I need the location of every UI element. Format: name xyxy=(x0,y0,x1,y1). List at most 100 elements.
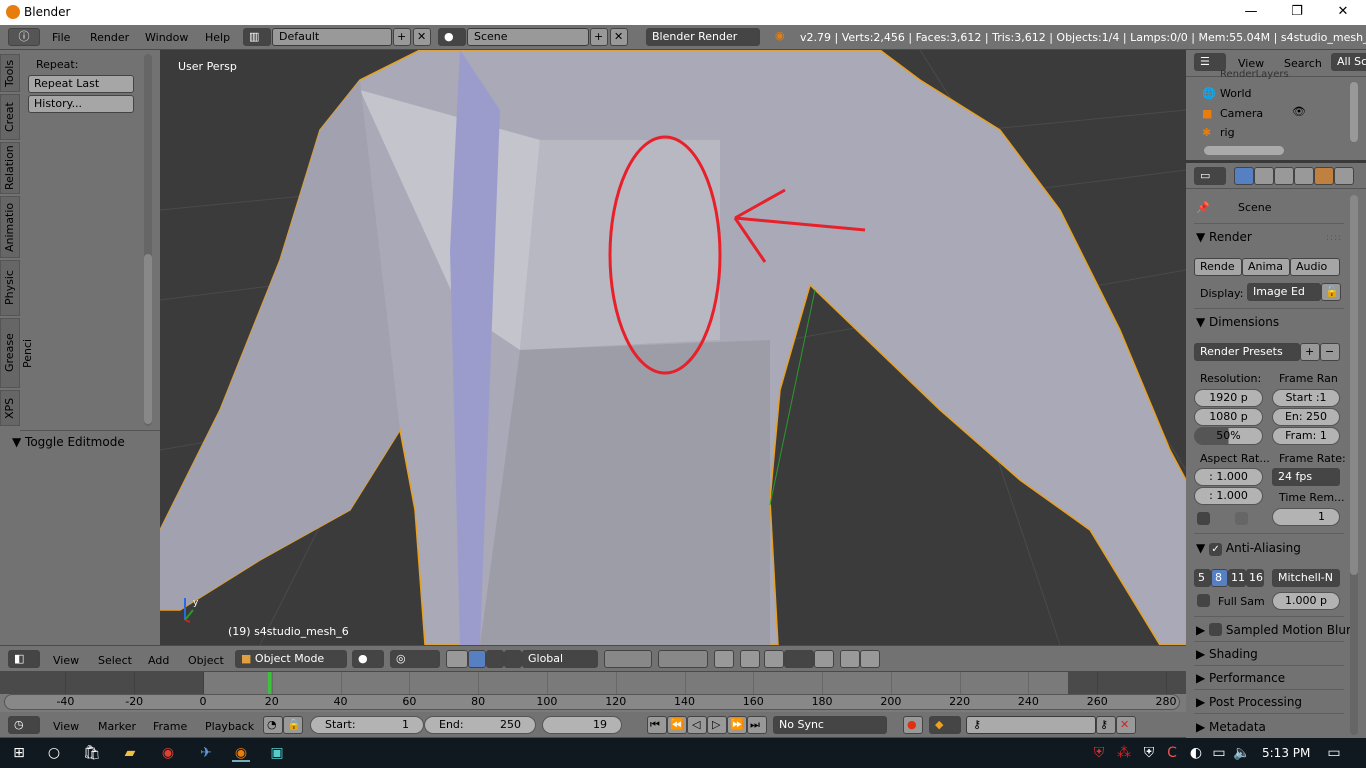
snap-magnet-icon[interactable] xyxy=(764,650,784,668)
add-preset-button[interactable]: + xyxy=(1300,343,1320,361)
delete-keyframe-icon[interactable]: ✕ xyxy=(1116,716,1136,734)
windows-start-icon[interactable]: ⊞ xyxy=(10,744,28,762)
pin-icon[interactable]: 📌 xyxy=(1196,201,1210,214)
file-explorer-icon[interactable]: ▰ xyxy=(121,744,139,762)
minimize-button[interactable]: — xyxy=(1228,0,1274,25)
properties-scrollbar[interactable] xyxy=(1350,195,1358,735)
crop-checkbox[interactable] xyxy=(1235,512,1248,525)
toolshelf-scrollbar[interactable] xyxy=(144,54,152,426)
remove-scene-button[interactable]: ✕ xyxy=(610,28,628,46)
menu-add[interactable]: Add xyxy=(148,654,169,667)
preview-range-icon[interactable]: ◔ xyxy=(263,716,283,734)
aa-samples-11[interactable]: 11 xyxy=(1228,569,1246,587)
shading-panel[interactable]: ▶ Shading xyxy=(1196,647,1258,661)
timeline-menu-frame[interactable]: Frame xyxy=(153,720,187,733)
blender-taskbar-icon[interactable]: ◉ xyxy=(232,744,250,762)
proportional-edit-icon[interactable] xyxy=(740,650,760,668)
audio-button[interactable]: Audio xyxy=(1290,258,1340,276)
jump-keyframe-forward-icon[interactable]: ⏩ xyxy=(727,716,747,734)
aspect-y-field[interactable]: : 1.000 xyxy=(1194,487,1263,505)
outliner-menu-search[interactable]: Search xyxy=(1284,57,1322,70)
lock-layers-icon[interactable] xyxy=(714,650,734,668)
volume-icon[interactable]: 🔈 xyxy=(1233,744,1251,762)
current-frame-field[interactable]: 19 xyxy=(542,716,622,734)
scene-tab-icon[interactable] xyxy=(1274,167,1294,185)
timeline-menu-view[interactable]: View xyxy=(53,720,79,733)
remove-preset-button[interactable]: − xyxy=(1320,343,1340,361)
dimensions-panel-header[interactable]: ▼ Dimensions xyxy=(1196,315,1279,329)
end-frame-field[interactable]: End: 250 xyxy=(424,716,536,734)
timeline-menu-marker[interactable]: Marker xyxy=(98,720,136,733)
menu-file[interactable]: File xyxy=(52,31,70,44)
timeline-scrollbar[interactable] xyxy=(4,694,1180,710)
animation-button[interactable]: Anima xyxy=(1242,258,1290,276)
pivot-point-select[interactable]: ◎ xyxy=(390,650,440,668)
tab-tools[interactable]: Tools xyxy=(0,54,20,92)
record-icon[interactable]: ● xyxy=(903,716,923,734)
filter-size-field[interactable]: 1.000 p xyxy=(1272,592,1340,610)
sampled-motion-blur-panel[interactable]: ▶ Sampled Motion Blur xyxy=(1196,623,1351,637)
render-layers-tab-icon[interactable] xyxy=(1254,167,1274,185)
security-icon[interactable]: ⛨ xyxy=(1090,744,1108,762)
aspect-x-field[interactable]: : 1.000 xyxy=(1194,468,1263,486)
store-icon[interactable]: 🛍 xyxy=(83,744,101,762)
add-layout-button[interactable]: + xyxy=(393,28,411,46)
outliner-item[interactable]: rig xyxy=(1220,126,1235,139)
aa-samples-16[interactable]: 16 xyxy=(1246,569,1264,587)
display-select[interactable]: Image Ed xyxy=(1247,283,1321,301)
metadata-panel[interactable]: ▶ Metadata xyxy=(1196,720,1266,734)
post-processing-panel[interactable]: ▶ Post Processing xyxy=(1196,695,1302,709)
3d-viewport[interactable]: y User Persp (19) s4studio_mesh_6 xyxy=(160,50,1186,645)
start-frame-field[interactable]: Start: 1 xyxy=(310,716,424,734)
mode-select[interactable]: ■ Object Mode xyxy=(235,650,347,668)
outliner-item[interactable]: Camera xyxy=(1220,107,1263,120)
aa-filter-select[interactable]: Mitchell-N xyxy=(1272,569,1340,587)
full-sample-checkbox[interactable] xyxy=(1197,594,1210,607)
layers-grid-2[interactable] xyxy=(658,650,708,668)
editor-type-timeline-icon[interactable]: ◷ xyxy=(8,716,40,734)
defender-icon[interactable]: ⛨ xyxy=(1140,744,1158,762)
tab-xps[interactable]: XPS xyxy=(0,390,20,426)
timeline[interactable]: -40 -20 0 20 40 60 80 100 120 140 160 180 200 220 240 2… xyxy=(0,672,1186,712)
keying-set-icon[interactable]: ◆ xyxy=(929,716,961,734)
anti-aliasing-panel-header[interactable]: ▼ ✓ Anti-Aliasing xyxy=(1196,541,1301,556)
snap-target-icon[interactable] xyxy=(814,650,834,668)
network-icon[interactable]: ▭ xyxy=(1210,744,1228,762)
history-button[interactable]: History... xyxy=(28,95,134,113)
performance-panel[interactable]: ▶ Performance xyxy=(1196,671,1285,685)
layout-field[interactable]: Default xyxy=(272,28,392,46)
timeline-menu-playback[interactable]: Playback xyxy=(205,720,254,733)
frame-start-field[interactable]: Start :1 xyxy=(1272,389,1340,407)
time-remap-field[interactable]: 1 xyxy=(1272,508,1340,526)
tab-create[interactable]: Creat xyxy=(0,94,20,140)
outliner-item[interactable]: World xyxy=(1220,87,1252,100)
scene-icon[interactable]: ● xyxy=(438,28,466,46)
outliner-v-scrollbar[interactable] xyxy=(1350,82,1358,142)
render-presets-select[interactable]: Render Presets xyxy=(1194,343,1300,361)
transform-orientation-select[interactable]: Global xyxy=(522,650,598,668)
tab-physics[interactable]: Physic xyxy=(0,260,20,316)
manipulator-toggle-icon[interactable] xyxy=(446,650,468,668)
aa-samples-5[interactable]: 5 xyxy=(1194,569,1211,587)
rotate-manipulator-icon[interactable] xyxy=(486,650,504,668)
jump-start-icon[interactable]: ⏮ xyxy=(647,716,667,734)
eye-icon[interactable]: 👁 xyxy=(1292,105,1306,118)
border-checkbox[interactable] xyxy=(1197,512,1210,525)
lock-icon[interactable]: 🔒 xyxy=(283,716,303,734)
tab-grease-pencil[interactable]: Grease Penci xyxy=(0,318,34,388)
menu-select[interactable]: Select xyxy=(98,654,132,667)
resolution-x-field[interactable]: 1920 p xyxy=(1194,389,1263,407)
active-keying-set-field[interactable]: ⚷ xyxy=(966,716,1096,734)
remove-layout-button[interactable]: ✕ xyxy=(413,28,431,46)
play-reverse-icon[interactable]: ◁ xyxy=(687,716,707,734)
jump-keyframe-back-icon[interactable]: ⏪ xyxy=(667,716,687,734)
play-icon[interactable]: ▷ xyxy=(707,716,727,734)
add-scene-button[interactable]: + xyxy=(590,28,608,46)
frame-rate-select[interactable]: 24 fps xyxy=(1272,468,1340,486)
render-tab-icon[interactable] xyxy=(1234,167,1254,185)
render-still-icon[interactable] xyxy=(840,650,860,668)
resolution-percentage-slider[interactable]: 50% xyxy=(1194,427,1263,445)
sync-select[interactable]: No Sync xyxy=(773,716,887,734)
outliner-filter-select[interactable]: All Sc xyxy=(1331,53,1366,71)
maximize-button[interactable]: ❐ xyxy=(1274,0,1320,25)
